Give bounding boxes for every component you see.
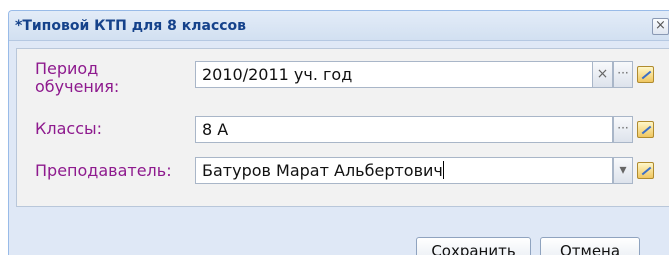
ellipsis-icon[interactable]: ··· bbox=[613, 116, 633, 143]
teacher-combobox[interactable]: Батуров Марат Альбертович bbox=[195, 157, 613, 184]
dialog-title: *Типовой КТП для 8 классов bbox=[15, 18, 247, 34]
period-label: Период обучения: bbox=[35, 59, 120, 96]
dialog-titlebar[interactable]: *Типовой КТП для 8 классов × bbox=[9, 11, 669, 41]
close-icon[interactable]: × bbox=[652, 18, 669, 35]
teacher-label: Преподаватель: bbox=[35, 161, 172, 180]
form-panel: Период обучения: 2010/2011 уч. год × ···… bbox=[16, 48, 669, 207]
edit-icon[interactable] bbox=[637, 162, 654, 179]
ellipsis-icon[interactable]: ··· bbox=[613, 61, 633, 88]
period-field[interactable]: 2010/2011 уч. год bbox=[195, 61, 593, 88]
teacher-value: Батуров Марат Альбертович bbox=[202, 161, 443, 180]
save-button[interactable]: Сохранить bbox=[416, 237, 531, 255]
clear-icon[interactable]: × bbox=[593, 61, 613, 88]
cancel-button[interactable]: Отмена bbox=[540, 237, 640, 255]
edit-icon[interactable] bbox=[637, 66, 654, 83]
chevron-down-icon[interactable]: ▾ bbox=[613, 157, 633, 184]
text-caret bbox=[442, 161, 444, 179]
ktp-dialog: *Типовой КТП для 8 классов × Период обуч… bbox=[8, 10, 669, 255]
classes-label: Классы: bbox=[35, 119, 103, 138]
edit-icon[interactable] bbox=[637, 121, 654, 138]
classes-field[interactable]: 8 А bbox=[195, 116, 613, 143]
